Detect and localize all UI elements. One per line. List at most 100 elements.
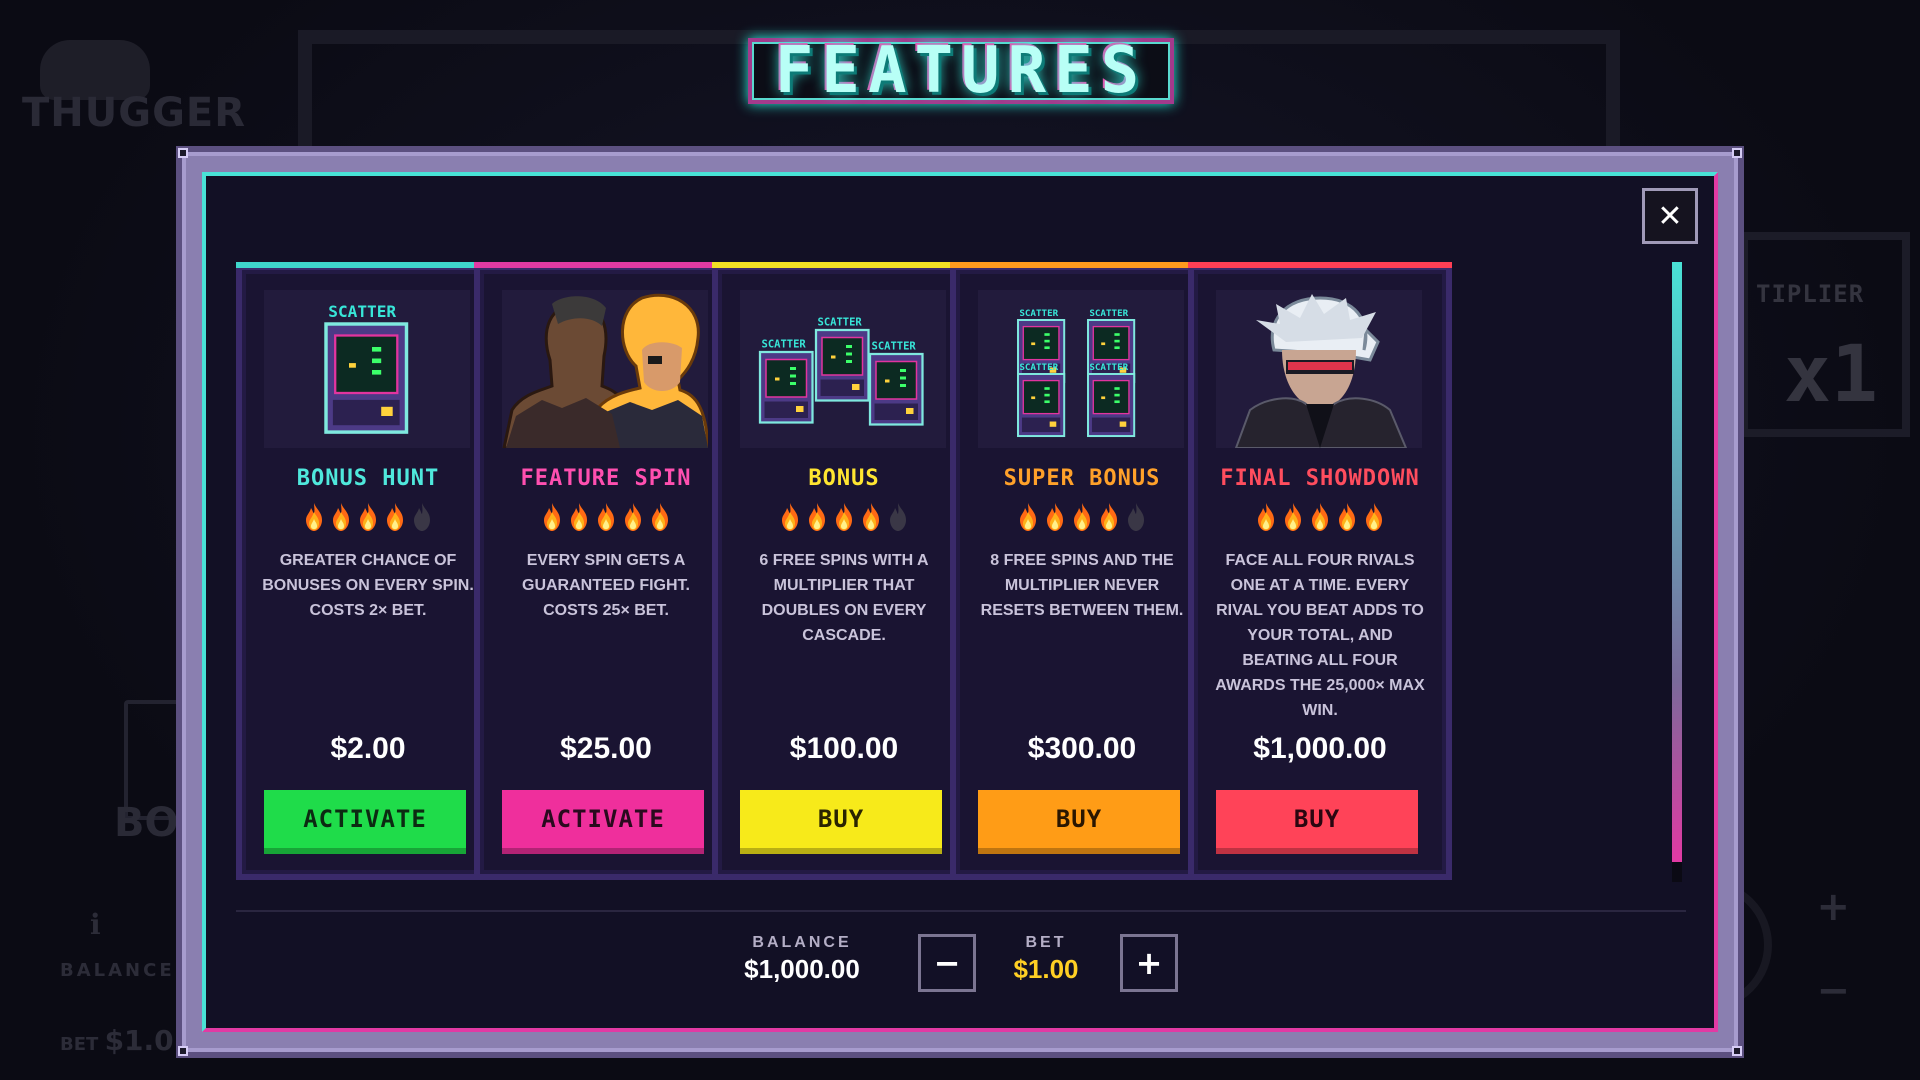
card-price: $100.00	[789, 732, 899, 765]
three-scatter-cabinets-icon: SCATTER SCATTER SCATTER	[740, 290, 946, 448]
flame-icon	[540, 502, 564, 532]
background-plus-icon: +	[1816, 884, 1850, 930]
volatility-rating	[242, 502, 494, 532]
card-description: 6 free spins with a multiplier that doub…	[759, 552, 929, 644]
scatter-cabinet-icon: SCATTER	[264, 290, 470, 448]
plus-icon: +	[1135, 944, 1163, 982]
minus-icon: −	[933, 944, 961, 982]
flame-icon	[1362, 502, 1386, 532]
card-price: $300.00	[1027, 732, 1137, 765]
card-title: SUPER BONUS	[1003, 466, 1161, 491]
flame-icon	[778, 502, 802, 532]
scatter-label: SCATTER	[1089, 362, 1128, 373]
background-multiplier-panel: TIPLIER x1	[1740, 232, 1910, 437]
card-title: FEATURE SPIN	[520, 466, 692, 491]
close-button[interactable]: ✕	[1642, 188, 1698, 244]
flame-icon	[1335, 502, 1359, 532]
flame-icon	[886, 502, 910, 532]
scatter-label: SCATTER	[1089, 308, 1128, 319]
background-bonus-text: BO	[114, 800, 179, 846]
flame-icon	[356, 502, 380, 532]
card-description: Greater chance of bonuses on every spin.…	[262, 552, 474, 619]
bet-value: $1.00	[1013, 954, 1079, 984]
page-title: FEATURES	[774, 34, 1148, 108]
balance-value: $1,000.00	[744, 954, 860, 984]
flame-icon	[1070, 502, 1094, 532]
feature-card: SCATTER SCATTER SCATTER SCATTER SUPER BO…	[950, 262, 1214, 880]
scatter-label: SCATTER	[328, 302, 396, 321]
card-accent-bar	[1188, 262, 1452, 268]
activate-button[interactable]: ACTIVATE	[502, 790, 704, 854]
card-title: BONUS	[808, 466, 880, 491]
flame-icon	[1043, 502, 1067, 532]
bet-increase-button[interactable]: +	[1120, 934, 1178, 992]
flame-icon	[832, 502, 856, 532]
card-accent-bar	[712, 262, 976, 268]
buy-button[interactable]: BUY	[740, 790, 942, 854]
background-bet: BET $1.0	[60, 1024, 174, 1057]
balance-label: BALANCE	[752, 934, 852, 951]
card-accent-bar	[950, 262, 1214, 268]
flame-icon	[329, 502, 353, 532]
buy-button[interactable]: BUY	[978, 790, 1180, 854]
flame-icon	[567, 502, 591, 532]
feature-card: SCATTER BONUS HUNT Greater chance of bon…	[236, 262, 500, 880]
frame-rivet	[178, 148, 188, 158]
info-icon: i	[90, 908, 101, 941]
frame-rivet	[1732, 1046, 1742, 1056]
card-title: FINAL SHOWDOWN	[1220, 466, 1420, 491]
card-description: 8 free spins and the multiplier never re…	[980, 552, 1184, 619]
volatility-rating	[718, 502, 970, 532]
game-logo-text: THUGGER	[22, 90, 247, 136]
scatter-label: SCATTER	[762, 339, 807, 351]
volatility-rating	[956, 502, 1208, 532]
card-accent-bar	[474, 262, 738, 268]
background-multiplier-value: x1	[1784, 330, 1878, 420]
scatter-label: SCATTER	[1019, 362, 1058, 373]
flame-icon	[594, 502, 618, 532]
card-price: $2.00	[330, 732, 406, 765]
card-price: $25.00	[560, 732, 652, 765]
card-description: Face all four rivals one at a time. Ever…	[1215, 552, 1425, 719]
feature-card: SCATTER SCATTER SCATTER BONUS 6 FREE SPI…	[712, 262, 976, 880]
background-balance-label: BALANCE	[60, 960, 175, 981]
flame-icon	[383, 502, 407, 532]
feature-card: FINAL SHOWDOWN Face all four rivals one …	[1188, 262, 1452, 880]
scatter-label: SCATTER	[872, 341, 917, 353]
frame-rivet	[1732, 148, 1742, 158]
flame-icon	[1016, 502, 1040, 532]
background-multiplier-label: TIPLIER	[1756, 280, 1865, 308]
card-description: Every spin gets a guaranteed fight. Cost…	[522, 552, 690, 619]
flame-icon	[859, 502, 883, 532]
bet-decrease-button[interactable]: −	[918, 934, 976, 992]
frame-rivet	[178, 1046, 188, 1056]
four-scatter-cabinets-icon: SCATTER SCATTER SCATTER SCATTER	[978, 290, 1184, 448]
flame-icon	[1308, 502, 1332, 532]
buy-button[interactable]: BUY	[1216, 790, 1418, 854]
divider	[236, 910, 1686, 912]
scrollbar-thumb[interactable]	[1672, 262, 1682, 862]
boss-portrait	[1216, 290, 1422, 448]
volatility-rating	[480, 502, 732, 532]
flame-icon	[1097, 502, 1121, 532]
background-bet-label: BET	[60, 1034, 99, 1055]
close-icon: ✕	[1657, 198, 1683, 234]
flame-icon	[410, 502, 434, 532]
activate-button[interactable]: ACTIVATE	[264, 790, 466, 854]
flame-icon	[1281, 502, 1305, 532]
scatter-label: SCATTER	[818, 317, 863, 329]
scatter-label: SCATTER	[1019, 308, 1058, 319]
card-title: BONUS HUNT	[296, 466, 440, 491]
bet-label: BET	[1025, 934, 1067, 951]
card-accent-bar	[236, 262, 500, 268]
flame-icon	[621, 502, 645, 532]
card-price: $1,000.00	[1253, 732, 1387, 765]
feature-card: FEATURE SPIN Every spin gets a guarantee…	[474, 262, 738, 880]
game-logo: THUGGER	[22, 40, 247, 140]
volatility-rating	[1194, 502, 1446, 532]
flame-icon	[1254, 502, 1278, 532]
feature-cards: SCATTER BONUS HUNT Greater chance of bon…	[236, 262, 1666, 880]
features-title-banner: FEATURES	[748, 38, 1174, 104]
cards-scrollbar[interactable]	[1672, 262, 1682, 882]
flame-icon	[648, 502, 672, 532]
